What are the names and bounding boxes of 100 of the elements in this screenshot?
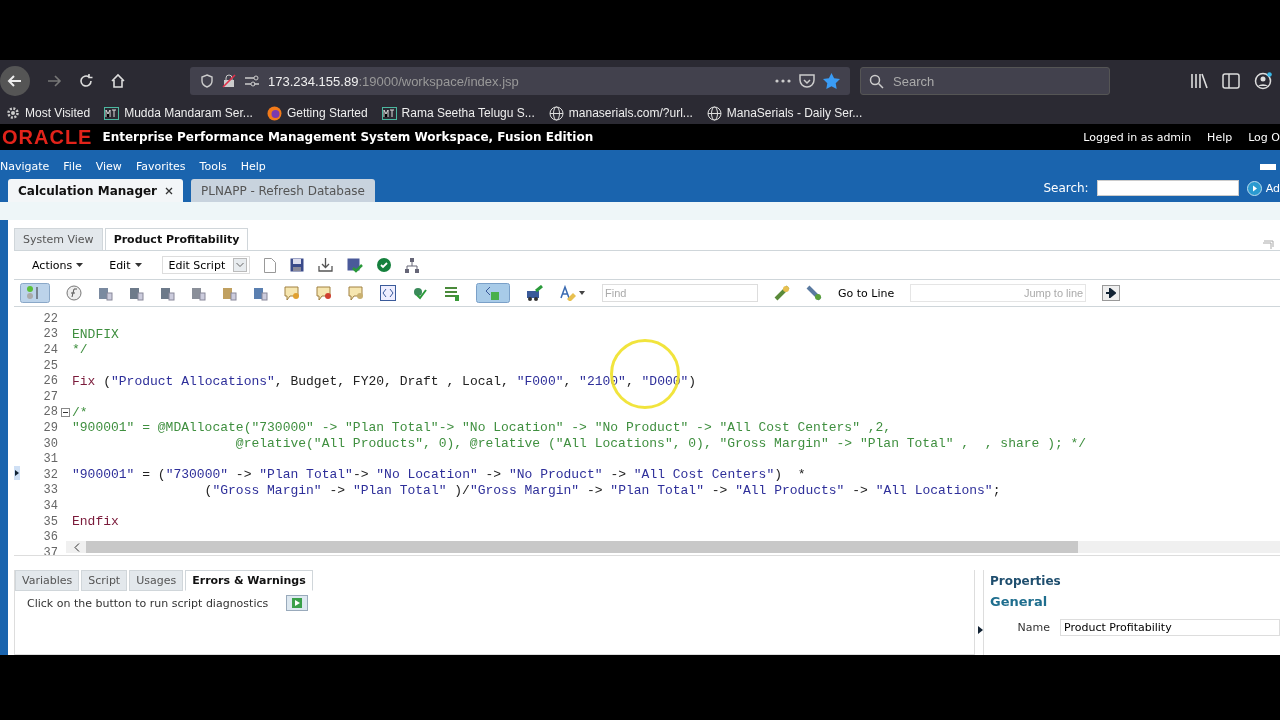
comment-icon[interactable] <box>348 285 364 301</box>
logo: ORACLE <box>1 125 93 149</box>
panel-tab[interactable]: Script <box>81 570 128 591</box>
line-number: 23 <box>42 327 58 342</box>
expand-icon[interactable] <box>978 626 983 634</box>
collapse-icon[interactable] <box>60 407 70 417</box>
bookmark[interactable]: ManaSerials - Daily Ser... <box>706 105 863 121</box>
back-icon[interactable] <box>0 66 30 96</box>
name-field[interactable]: Product Profitability <box>1060 619 1280 636</box>
bookmark[interactable]: Getting Started <box>266 105 368 121</box>
find-next-icon[interactable] <box>774 285 790 301</box>
save-check-icon[interactable] <box>347 257 364 273</box>
pocket-icon[interactable] <box>799 73 815 89</box>
format-icon[interactable] <box>560 285 586 301</box>
caret-icon <box>76 263 84 267</box>
search-label: Search: <box>1043 181 1089 195</box>
workspace-tab[interactable]: PLNAPP - Refresh Database <box>191 179 375 202</box>
validate-icon[interactable] <box>412 286 428 300</box>
star-icon[interactable] <box>823 73 840 89</box>
workspace-tab[interactable]: Calculation Manager <box>8 179 184 202</box>
globe-icon <box>548 105 564 121</box>
mode-dropdown[interactable]: Edit Script <box>161 256 251 274</box>
car-icon[interactable] <box>526 285 544 301</box>
bookmark[interactable]: Mudda Mandaram Ser... <box>104 106 253 120</box>
line-numbers-icon[interactable] <box>20 283 50 303</box>
horizontal-scrollbar[interactable] <box>66 541 1280 553</box>
cube-icon[interactable] <box>129 285 144 301</box>
find-previous-icon[interactable] <box>806 285 822 301</box>
field-label: Name <box>1016 621 1050 634</box>
line-number: 29 <box>42 420 58 435</box>
menu-item[interactable]: View <box>95 160 122 174</box>
save-icon[interactable] <box>290 258 305 272</box>
check-icon[interactable] <box>377 258 392 272</box>
menu-button[interactable]: Actions <box>26 256 90 274</box>
line-number: 27 <box>42 389 58 404</box>
line-number: 33 <box>42 483 58 498</box>
browser-logo-icon <box>266 105 282 121</box>
cut-text: Ad <box>1265 181 1280 195</box>
scroll-left-icon[interactable] <box>74 542 80 552</box>
header-link[interactable]: Log O <box>1248 130 1280 144</box>
panel-title: Properties <box>990 574 1062 588</box>
line-number: 28 <box>42 405 58 420</box>
menu-item[interactable]: Help <box>240 160 266 174</box>
menu-item[interactable]: Tools <box>199 160 227 174</box>
panel-tab[interactable]: Variables <box>15 570 80 591</box>
chevron-icon <box>233 258 248 272</box>
sidebar-icon[interactable] <box>1222 73 1240 89</box>
caret-icon <box>134 263 142 267</box>
menu-item[interactable]: Favorites <box>135 160 186 174</box>
line-number: 37 <box>42 545 58 555</box>
cube-icon[interactable] <box>160 285 175 301</box>
reload-icon[interactable] <box>78 73 94 89</box>
jump-to-line-field[interactable]: Jump to line <box>910 284 1087 302</box>
comment-delete-icon[interactable] <box>316 285 332 301</box>
bookmark[interactable]: manaserials.com/?url... <box>548 105 693 121</box>
list-icon[interactable] <box>444 285 460 301</box>
insecure-lock-icon <box>222 74 236 88</box>
header-link[interactable]: Logged in as admin <box>1083 130 1192 144</box>
code-line: */ <box>72 342 88 358</box>
panel-tab[interactable]: Errors & Warnings <box>185 570 313 591</box>
close-icon[interactable] <box>165 186 174 195</box>
line-number: 25 <box>42 358 58 373</box>
forward-icon[interactable] <box>46 73 62 89</box>
code-line: Endfix <box>72 514 119 529</box>
library-icon[interactable] <box>1190 73 1208 89</box>
find-field[interactable]: Find <box>602 284 758 302</box>
line-number: 26 <box>42 374 58 389</box>
more-icon[interactable] <box>775 79 791 83</box>
download-icon[interactable] <box>318 258 334 272</box>
bookmark[interactable]: Rama Seetha Telugu S... <box>381 106 535 120</box>
line-number: 35 <box>42 514 58 529</box>
menu-button[interactable]: Edit <box>103 256 148 274</box>
view-tab[interactable]: System View <box>14 228 103 250</box>
go-button[interactable] <box>1102 285 1121 301</box>
comment-icon[interactable] <box>284 285 300 301</box>
run-button[interactable] <box>286 595 309 611</box>
code-line: @relative("All Products", 0), @relative ("All Locations", 0), "Gross Margin" -> "Plan Total" , , share ); */ <box>234 436 1087 452</box>
hierarchy-icon[interactable] <box>405 257 420 273</box>
globe-icon <box>706 105 722 121</box>
code-line: ENDFIX <box>72 326 119 342</box>
section-title: General <box>990 594 1049 609</box>
menu-item[interactable]: Navigate <box>0 160 50 174</box>
code-icon[interactable] <box>380 285 396 301</box>
address-bar[interactable]: 173.234.155.89:19000/workspace/index.jsp <box>190 67 850 95</box>
site-logo-icon <box>381 106 397 120</box>
header-link[interactable]: Help <box>1207 130 1233 144</box>
diagnostics-message: Click on the button to run script diagnostics <box>27 596 269 610</box>
function-icon[interactable] <box>66 285 82 301</box>
new-document-icon[interactable] <box>264 257 277 273</box>
panel-tab[interactable]: Usages <box>129 570 184 591</box>
view-tab[interactable]: Product Profitability <box>104 228 249 250</box>
line-number: 31 <box>42 452 58 467</box>
play-icon[interactable] <box>1246 180 1262 196</box>
bookmark[interactable]: Most Visited <box>6 106 91 120</box>
menu-item[interactable]: File <box>63 160 82 174</box>
line-number: 24 <box>42 343 58 357</box>
account-icon[interactable] <box>1254 72 1272 90</box>
home-icon[interactable] <box>110 73 126 89</box>
search-field[interactable]: Search <box>860 67 1110 95</box>
line-number: 32 <box>42 467 58 482</box>
